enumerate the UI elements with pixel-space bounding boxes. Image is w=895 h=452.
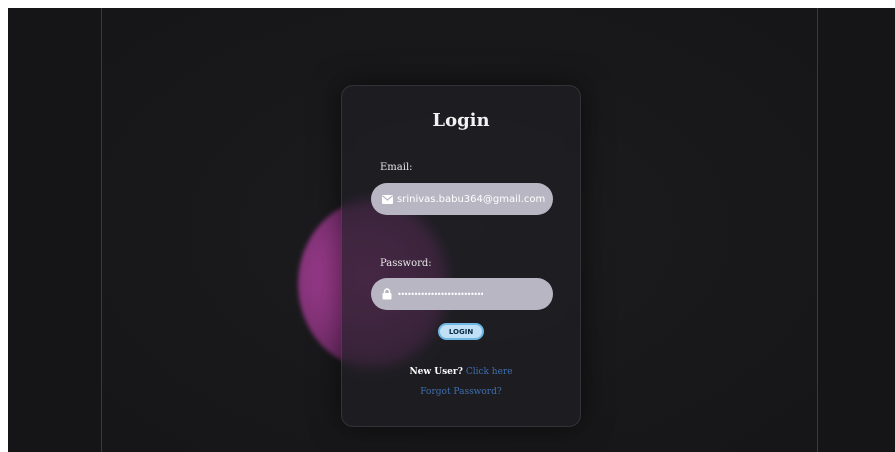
login-card: Login Email: srinivas.babu364@gmail.com … bbox=[341, 85, 581, 427]
email-value: srinivas.babu364@gmail.com bbox=[397, 193, 546, 205]
new-user-text: New User? bbox=[409, 367, 463, 377]
left-divider bbox=[101, 8, 102, 452]
right-divider bbox=[817, 8, 818, 452]
password-field[interactable]: •••••••••••••••••••••••••• bbox=[371, 278, 553, 310]
envelope-icon bbox=[381, 193, 393, 205]
password-value: •••••••••••••••••••••••••• bbox=[397, 289, 484, 299]
email-label: Email: bbox=[380, 162, 413, 173]
click-here-link[interactable]: Click here bbox=[466, 367, 513, 377]
login-title: Login bbox=[432, 110, 490, 131]
signup-prompt: New User? Click here bbox=[342, 367, 580, 377]
email-field[interactable]: srinivas.babu364@gmail.com bbox=[371, 183, 553, 215]
lock-icon bbox=[381, 288, 393, 300]
password-label: Password: bbox=[380, 258, 432, 269]
page-background: Login Email: srinivas.babu364@gmail.com … bbox=[8, 8, 895, 452]
login-button[interactable]: LOGIN bbox=[438, 323, 484, 340]
forgot-password-link[interactable]: Forgot Password? bbox=[342, 387, 580, 397]
